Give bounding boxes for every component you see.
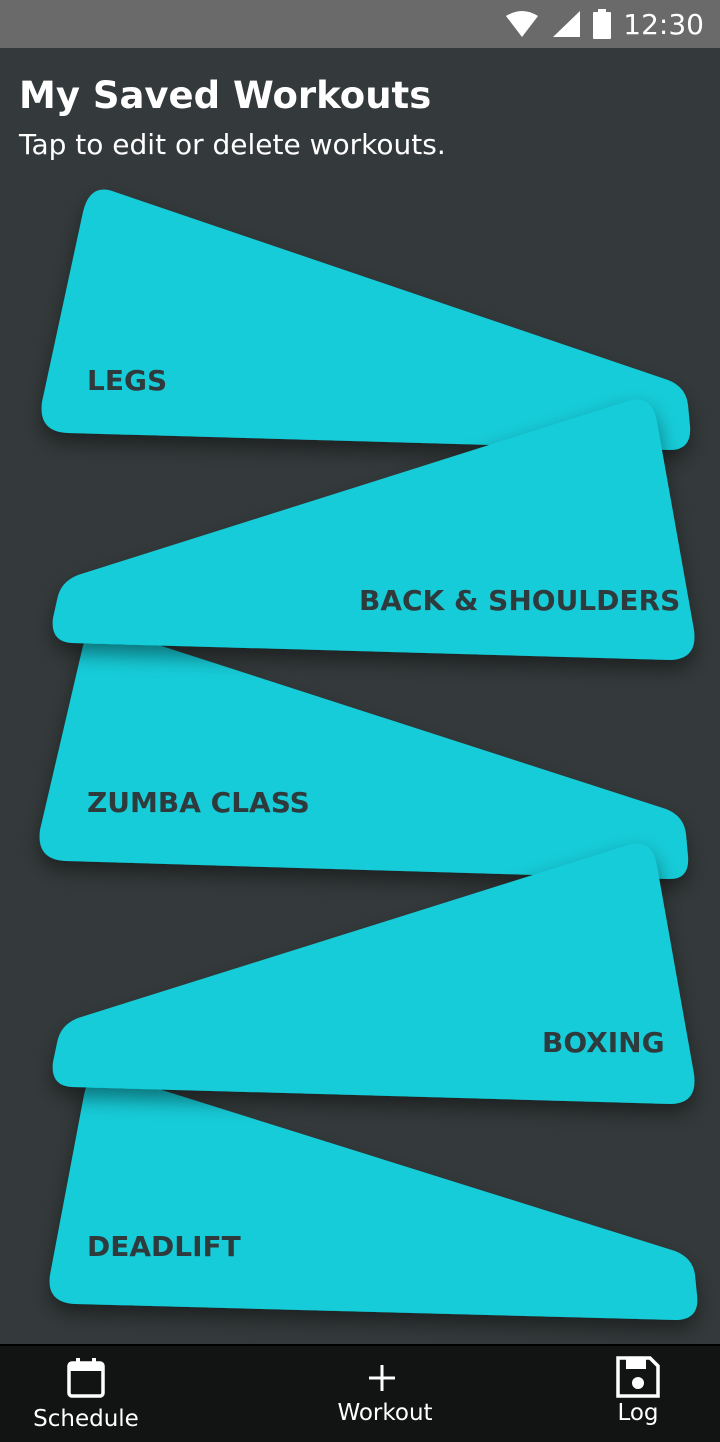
plus-icon [369,1365,395,1391]
bottom-navigation: Schedule Workout Log [0,1344,720,1442]
card-shape [52,843,695,1104]
workout-label: BOXING [542,1026,665,1059]
nav-log-label: Log [617,1400,659,1426]
nav-workout-label: Workout [337,1400,433,1426]
nav-log[interactable]: Log [600,1346,676,1442]
save-icon [616,1356,660,1398]
nav-schedule[interactable]: Schedule [30,1346,142,1442]
calendar-icon [67,1358,105,1398]
nav-workout[interactable]: Workout [330,1346,440,1442]
nav-schedule-label: Schedule [33,1406,139,1432]
workout-list: DEADLIFT ZUMBA CLASS LEGS BACK & SHOULDE… [0,0,720,1440]
